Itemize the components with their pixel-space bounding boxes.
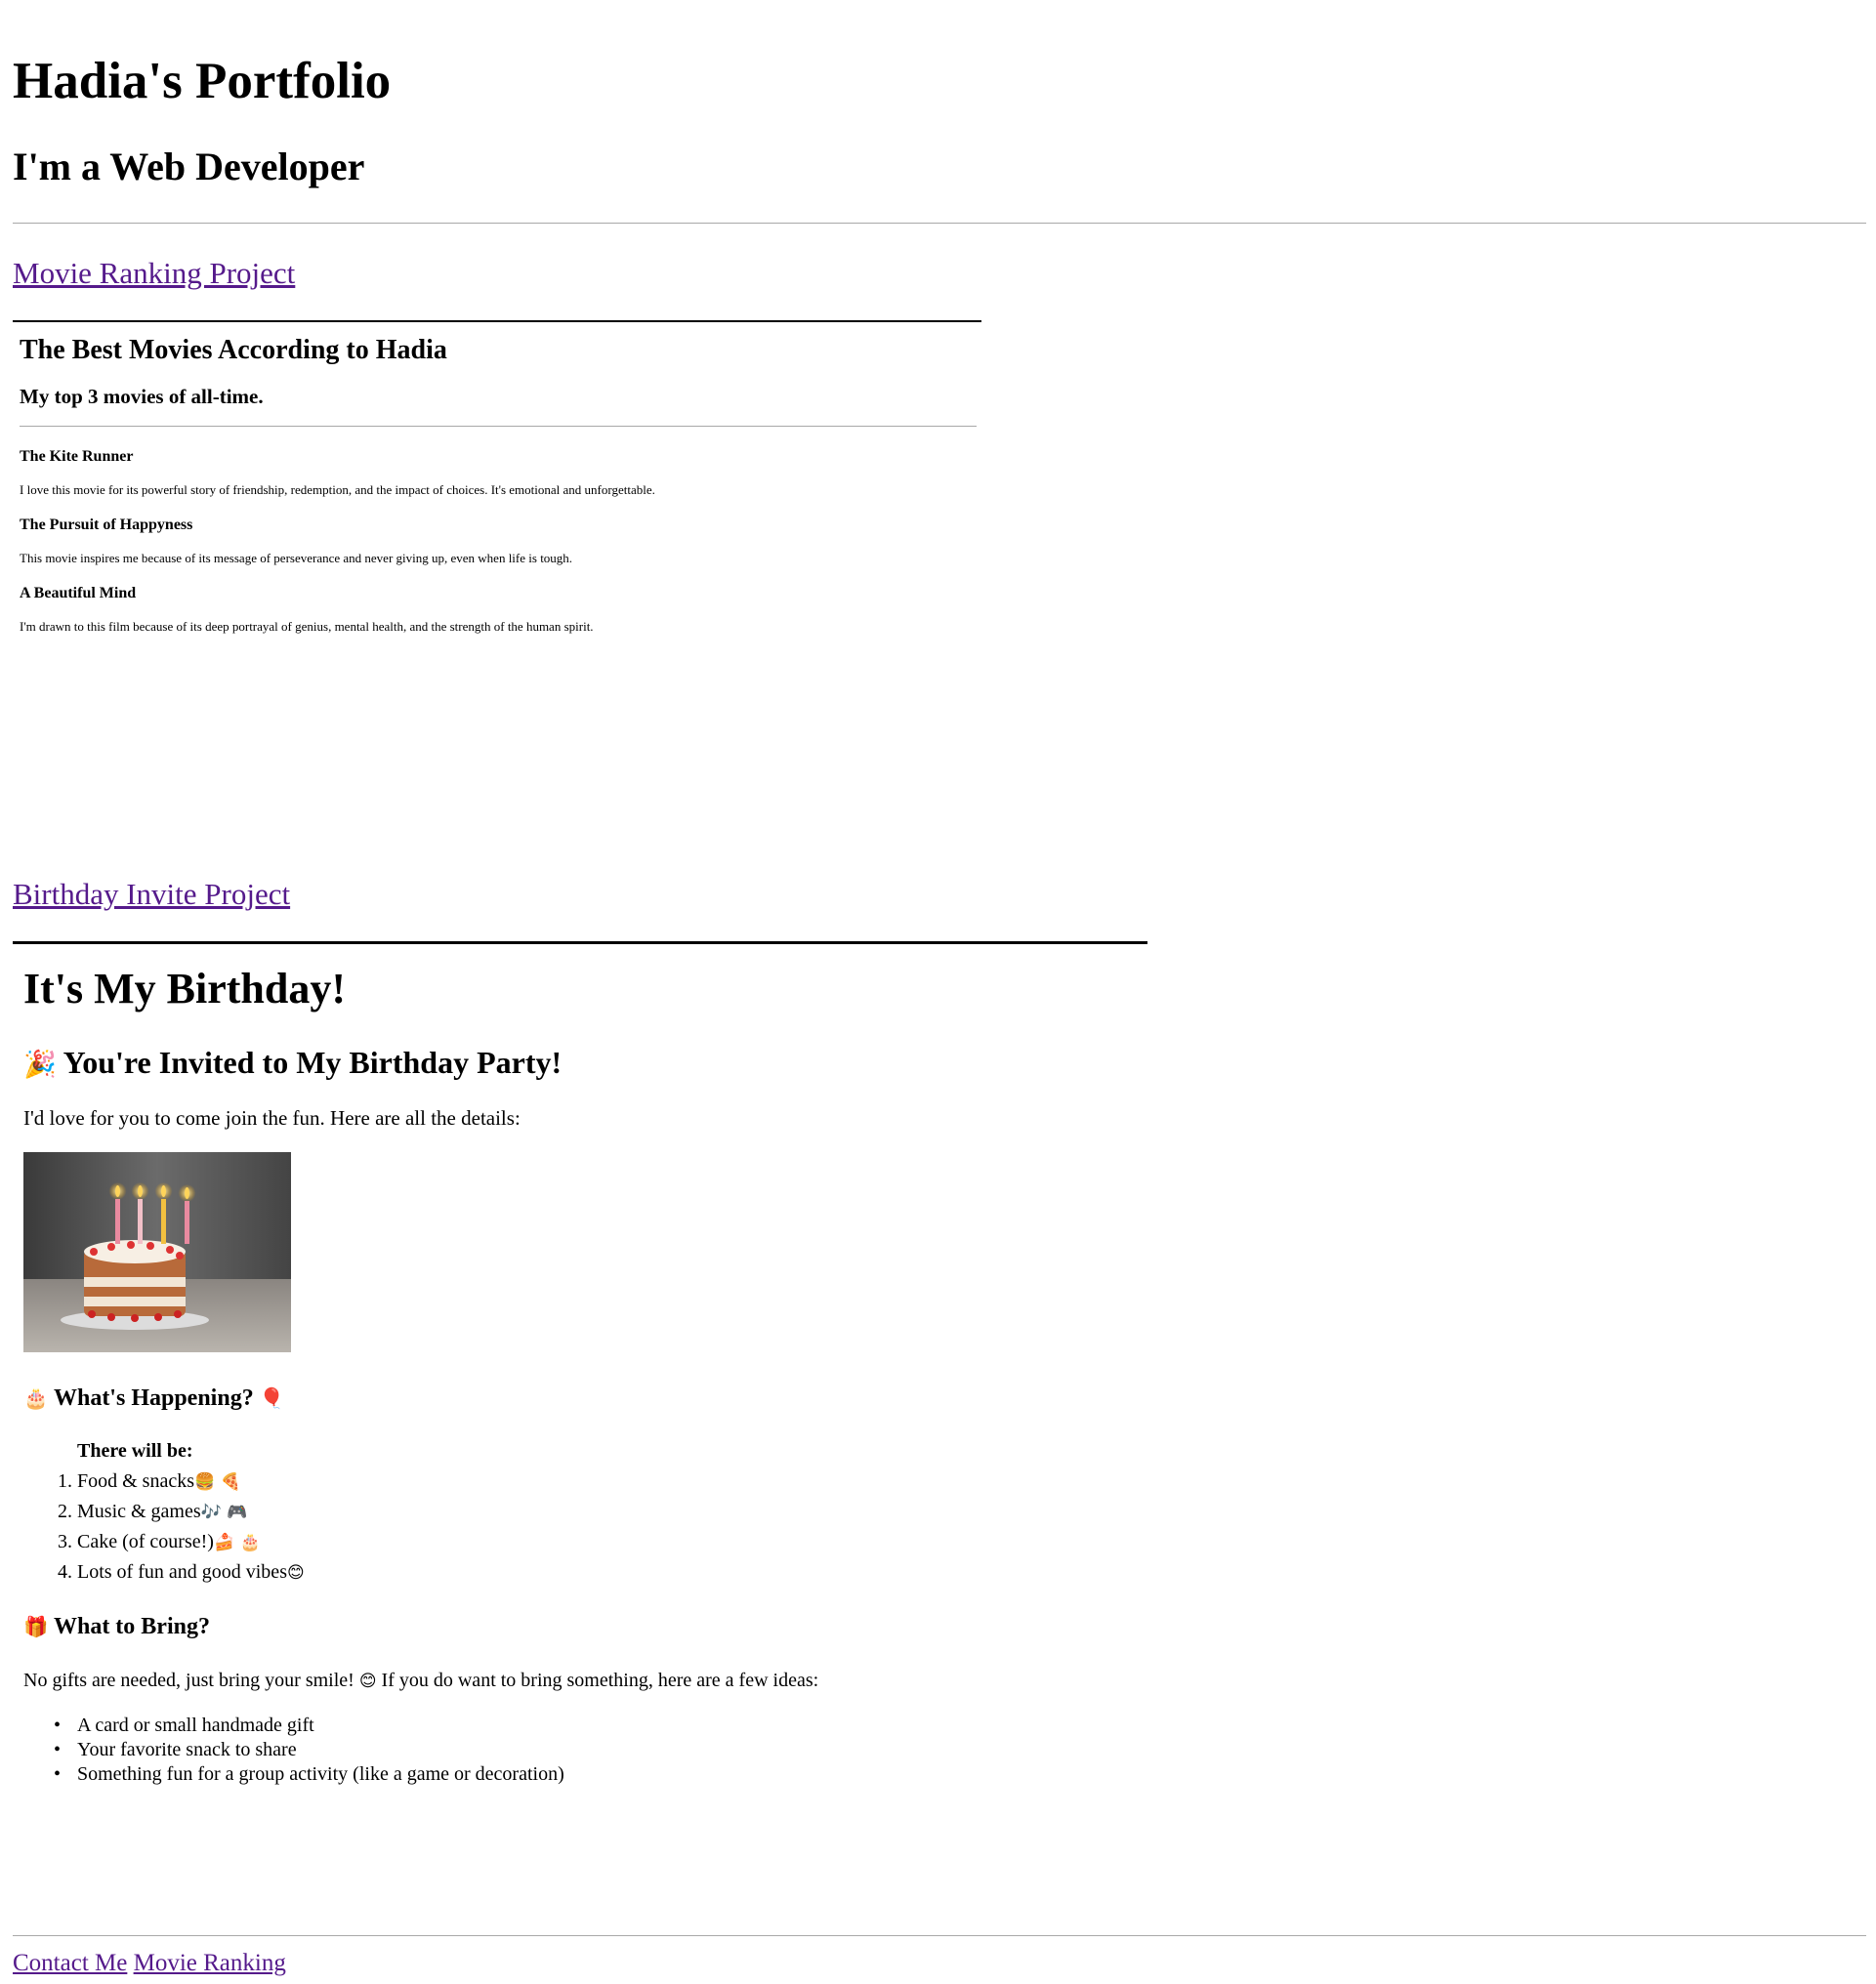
movie-ranking-project-link[interactable]: Movie Ranking Project: [13, 254, 295, 293]
what-to-bring-heading-text: What to Bring?: [53, 1614, 210, 1639]
list-item-text: Your favorite snack to share: [77, 1739, 297, 1760]
what-to-bring-heading: 🎁 What to Bring?: [23, 1610, 210, 1643]
list-intro: There will be:: [77, 1440, 193, 1462]
list-item-text: Food & snacks: [77, 1470, 194, 1492]
list-item-text: Lots of fun and good vibes: [77, 1561, 287, 1583]
bring-text-before: No gifts are needed, just bring your smi…: [23, 1670, 354, 1691]
contact-me-link[interactable]: Contact Me: [13, 1950, 127, 1976]
list-item: • Something fun for a group activity (lik…: [23, 1762, 564, 1787]
page-subtitle: I'm a Web Developer: [13, 145, 365, 188]
list-number: 1.: [58, 1470, 77, 1492]
smile-icon: 😊: [286, 1563, 305, 1583]
list-item: 4. Lots of fun and good vibes😊: [23, 1559, 305, 1586]
gift-icon: 🎁: [23, 1615, 49, 1638]
bring-text-after: If you do want to bring something, here …: [381, 1670, 819, 1691]
movie-description: This movie inspires me because of its me…: [20, 551, 573, 565]
list-item: 3. Cake (of course!)🍰 🎂: [23, 1529, 261, 1555]
invite-heading: 🎉 You're Invited to My Birthday Party!: [23, 1042, 562, 1086]
movie-ranking-link[interactable]: Movie Ranking: [134, 1950, 286, 1976]
balloon-icon: 🎈: [259, 1386, 285, 1410]
list-number: 4.: [58, 1561, 77, 1583]
movie-name: The Kite Runner: [20, 448, 134, 465]
smile-icon: 😊: [358, 1672, 377, 1691]
movie-name: A Beautiful Mind: [20, 585, 137, 601]
list-item-text: Cake (of course!): [77, 1531, 214, 1552]
birthday-title: It's My Birthday!: [23, 965, 346, 1013]
list-number: 3.: [58, 1531, 77, 1552]
birthday-invite-project-link[interactable]: Birthday Invite Project: [13, 875, 290, 914]
divider: [20, 426, 977, 427]
movie-name: The Pursuit of Happyness: [20, 517, 193, 533]
movie-description: I'm drawn to this film because of its de…: [20, 619, 594, 634]
footer-nav: Contact Me Movie Ranking: [13, 1949, 286, 1978]
list-number: 2.: [58, 1501, 77, 1522]
burger-pizza-icon: 🍔 🍕: [194, 1472, 241, 1492]
bullet: •: [53, 1715, 61, 1736]
movie-ranking-embed: The Best Movies According to Hadia My to…: [13, 320, 981, 869]
music-game-icon: 🎶 🎮: [200, 1503, 248, 1522]
movie-embed-subtitle: My top 3 movies of all-time.: [20, 385, 264, 408]
list-item: 1. Food & snacks🍔 🍕: [23, 1468, 241, 1495]
invite-heading-text: You're Invited to My Birthday Party!: [63, 1045, 563, 1080]
list-item-text: Something fun for a group activity (like…: [77, 1763, 564, 1785]
bullet: •: [53, 1763, 61, 1785]
page-title: Hadia's Portfolio: [13, 53, 392, 109]
movie-description: I love this movie for its powerful story…: [20, 482, 655, 497]
list-item-text: A card or small handmade gift: [77, 1715, 314, 1736]
cake-icon: 🎂: [23, 1386, 49, 1410]
whats-happening-heading: 🎂 What's Happening? 🎈: [23, 1382, 284, 1415]
birthday-invite-embed: It's My Birthday! 🎉 You're Invited to My…: [13, 941, 1147, 1823]
birthday-cake-image: [23, 1152, 291, 1352]
list-item: 2. Music & games🎶 🎮: [23, 1499, 247, 1525]
list-item: • Your favorite snack to share: [23, 1738, 297, 1762]
bring-text: No gifts are needed, just bring your smi…: [23, 1667, 818, 1695]
list-item-text: Music & games: [77, 1501, 201, 1522]
cake-slice-icon: 🍰 🎂: [213, 1533, 261, 1552]
divider: [13, 223, 1866, 224]
movie-embed-title: The Best Movies According to Hadia: [20, 335, 447, 365]
divider: [13, 1935, 1866, 1936]
whats-happening-heading-text: What's Happening?: [53, 1385, 254, 1411]
list-item: • A card or small handmade gift: [23, 1714, 314, 1738]
invite-text: I'd love for you to come join the fun. H…: [23, 1106, 521, 1130]
party-popper-icon: 🎉: [23, 1050, 57, 1080]
bullet: •: [53, 1739, 61, 1760]
